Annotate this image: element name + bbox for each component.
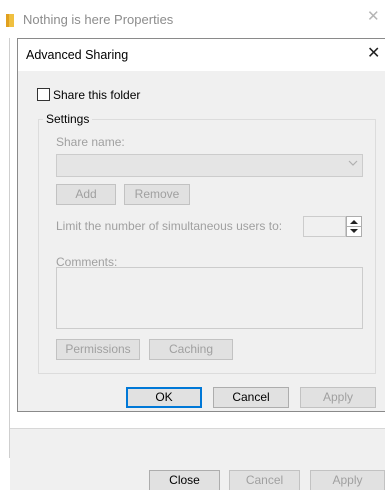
remove-button[interactable]: Remove xyxy=(124,184,190,205)
dialog-close-icon[interactable]: ✕ xyxy=(367,45,380,63)
spin-down-icon[interactable] xyxy=(350,229,358,233)
user-limit-spinner[interactable] xyxy=(303,216,362,237)
chevron-down-icon xyxy=(348,160,358,166)
properties-window-edge xyxy=(9,38,10,458)
permissions-button[interactable]: Permissions xyxy=(56,339,140,360)
dialog-title: Advanced Sharing xyxy=(26,48,129,62)
properties-close-icon[interactable]: ✕ xyxy=(367,9,380,25)
share-folder-checkbox[interactable] xyxy=(37,88,50,101)
share-folder-label[interactable]: Share this folder xyxy=(53,88,140,102)
dialog-title-bar: Advanced Sharing ✕ xyxy=(18,39,385,71)
properties-title-bar: Nothing is here Properties ✕ xyxy=(0,0,385,38)
ok-button[interactable]: OK xyxy=(126,387,202,408)
add-button[interactable]: Add xyxy=(56,184,116,205)
properties-button-bar: Close Cancel Apply xyxy=(10,428,385,490)
limit-users-label: Limit the number of simultaneous users t… xyxy=(56,219,283,233)
user-limit-field[interactable] xyxy=(303,216,346,237)
spinner-buttons[interactable] xyxy=(346,216,362,237)
properties-apply-button[interactable]: Apply xyxy=(310,470,385,490)
spinner-divider xyxy=(347,226,361,227)
spin-up-icon[interactable] xyxy=(350,220,358,224)
comments-textarea[interactable] xyxy=(56,267,363,329)
share-name-label: Share name: xyxy=(56,135,125,149)
folder-icon xyxy=(6,14,14,27)
properties-cancel-button[interactable]: Cancel xyxy=(229,470,300,490)
caching-button[interactable]: Caching xyxy=(149,339,233,360)
properties-close-button[interactable]: Close xyxy=(149,470,220,490)
share-name-combo[interactable] xyxy=(56,154,363,177)
advanced-sharing-dialog: Advanced Sharing ✕ Share this folder Set… xyxy=(17,38,385,412)
settings-legend: Settings xyxy=(43,112,93,126)
dialog-apply-button[interactable]: Apply xyxy=(300,387,376,408)
dialog-cancel-button[interactable]: Cancel xyxy=(213,387,289,408)
properties-window-title: Nothing is here Properties xyxy=(23,12,174,27)
